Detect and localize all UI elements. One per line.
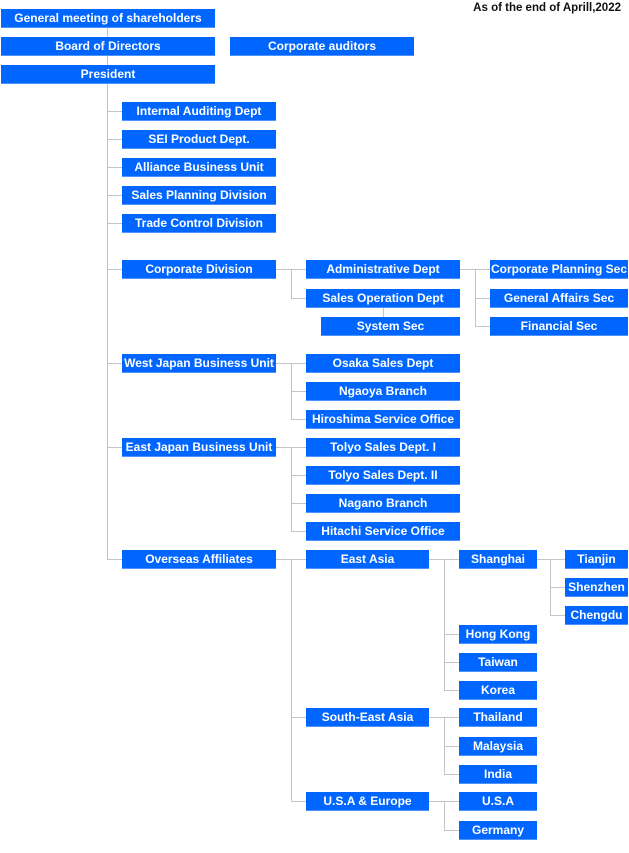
connector <box>291 717 306 718</box>
general-meeting-box: General meeting of shareholders <box>1 9 215 28</box>
connector <box>291 269 292 298</box>
connector <box>107 447 122 448</box>
connector <box>291 559 292 801</box>
tolyo-sales-2-box: Tolyo Sales Dept. II <box>306 466 460 485</box>
connector <box>291 391 306 392</box>
south-east-asia-box: South-East Asia <box>306 708 429 727</box>
connector <box>475 326 490 327</box>
connector <box>444 774 459 775</box>
east-asia-box: East Asia <box>306 550 429 569</box>
india-box: India <box>459 765 537 784</box>
overseas-affiliates-box: Overseas Affiliates <box>122 550 276 569</box>
trade-control-box: Trade Control Division <box>122 214 276 233</box>
connector <box>444 662 459 663</box>
connector <box>107 559 122 560</box>
internal-auditing-box: Internal Auditing Dept <box>122 102 276 121</box>
shenzhen-box: Shenzhen <box>565 578 628 597</box>
germany-box: Germany <box>459 821 537 840</box>
connector <box>550 615 565 616</box>
usa-europe-box: U.S.A & Europe <box>306 792 429 811</box>
connector <box>444 690 459 691</box>
connector <box>444 559 445 690</box>
tianjin-box: Tianjin <box>565 550 628 569</box>
connector <box>107 195 122 196</box>
administrative-dept-box: Administrative Dept <box>306 260 460 279</box>
nagano-branch-box: Nagano Branch <box>306 494 460 513</box>
alliance-box: Alliance Business Unit <box>122 158 276 177</box>
connector <box>444 830 459 831</box>
connector <box>550 587 565 588</box>
connector <box>291 801 306 802</box>
financial-sec-box: Financial Sec <box>490 317 628 336</box>
connector <box>291 503 306 504</box>
chengdu-box: Chengdu <box>565 606 628 625</box>
korea-box: Korea <box>459 681 537 700</box>
east-japan-unit-box: East Japan Business Unit <box>122 438 276 457</box>
connector <box>383 307 384 317</box>
connector <box>537 559 565 560</box>
connector <box>107 167 122 168</box>
system-sec-box: System Sec <box>321 317 460 336</box>
corporate-auditors-box: Corporate auditors <box>230 37 414 56</box>
taiwan-box: Taiwan <box>459 653 537 672</box>
tolyo-sales-1-box: Tolyo Sales Dept. I <box>306 438 460 457</box>
malaysia-box: Malaysia <box>459 737 537 756</box>
connector <box>107 139 122 140</box>
osaka-sales-box: Osaka Sales Dept <box>306 354 460 373</box>
as-of-date: As of the end of Aprill,2022 <box>473 2 621 14</box>
general-affairs-sec-box: General Affairs Sec <box>490 289 628 308</box>
hitachi-office-box: Hitachi Service Office <box>306 522 460 541</box>
connector <box>444 634 459 635</box>
west-japan-unit-box: West Japan Business Unit <box>122 354 276 373</box>
president-box: President <box>1 65 215 84</box>
usa-box: U.S.A <box>459 792 537 811</box>
connector <box>291 475 306 476</box>
connector <box>107 363 122 364</box>
connector <box>291 447 292 531</box>
hong-kong-box: Hong Kong <box>459 625 537 644</box>
connector <box>475 298 490 299</box>
connector <box>107 223 122 224</box>
connector <box>107 84 108 560</box>
shanghai-box: Shanghai <box>459 550 537 569</box>
connector <box>291 419 306 420</box>
corporate-division-box: Corporate Division <box>122 260 276 279</box>
sales-planning-box: Sales Planning Division <box>122 186 276 205</box>
connector <box>291 531 306 532</box>
ngaoya-branch-box: Ngaoya Branch <box>306 382 460 401</box>
board-of-directors-box: Board of Directors <box>1 37 215 56</box>
corporate-planning-sec-box: Corporate Planning Sec <box>490 260 628 279</box>
sales-operation-box: Sales Operation Dept <box>306 289 460 308</box>
connector <box>107 269 122 270</box>
connector <box>107 111 122 112</box>
connector <box>291 298 306 299</box>
connector <box>444 746 459 747</box>
sei-product-box: SEI Product Dept. <box>122 130 276 149</box>
connector <box>444 801 445 830</box>
thailand-box: Thailand <box>459 708 537 727</box>
hiroshima-office-box: Hiroshima Service Office <box>306 410 460 429</box>
